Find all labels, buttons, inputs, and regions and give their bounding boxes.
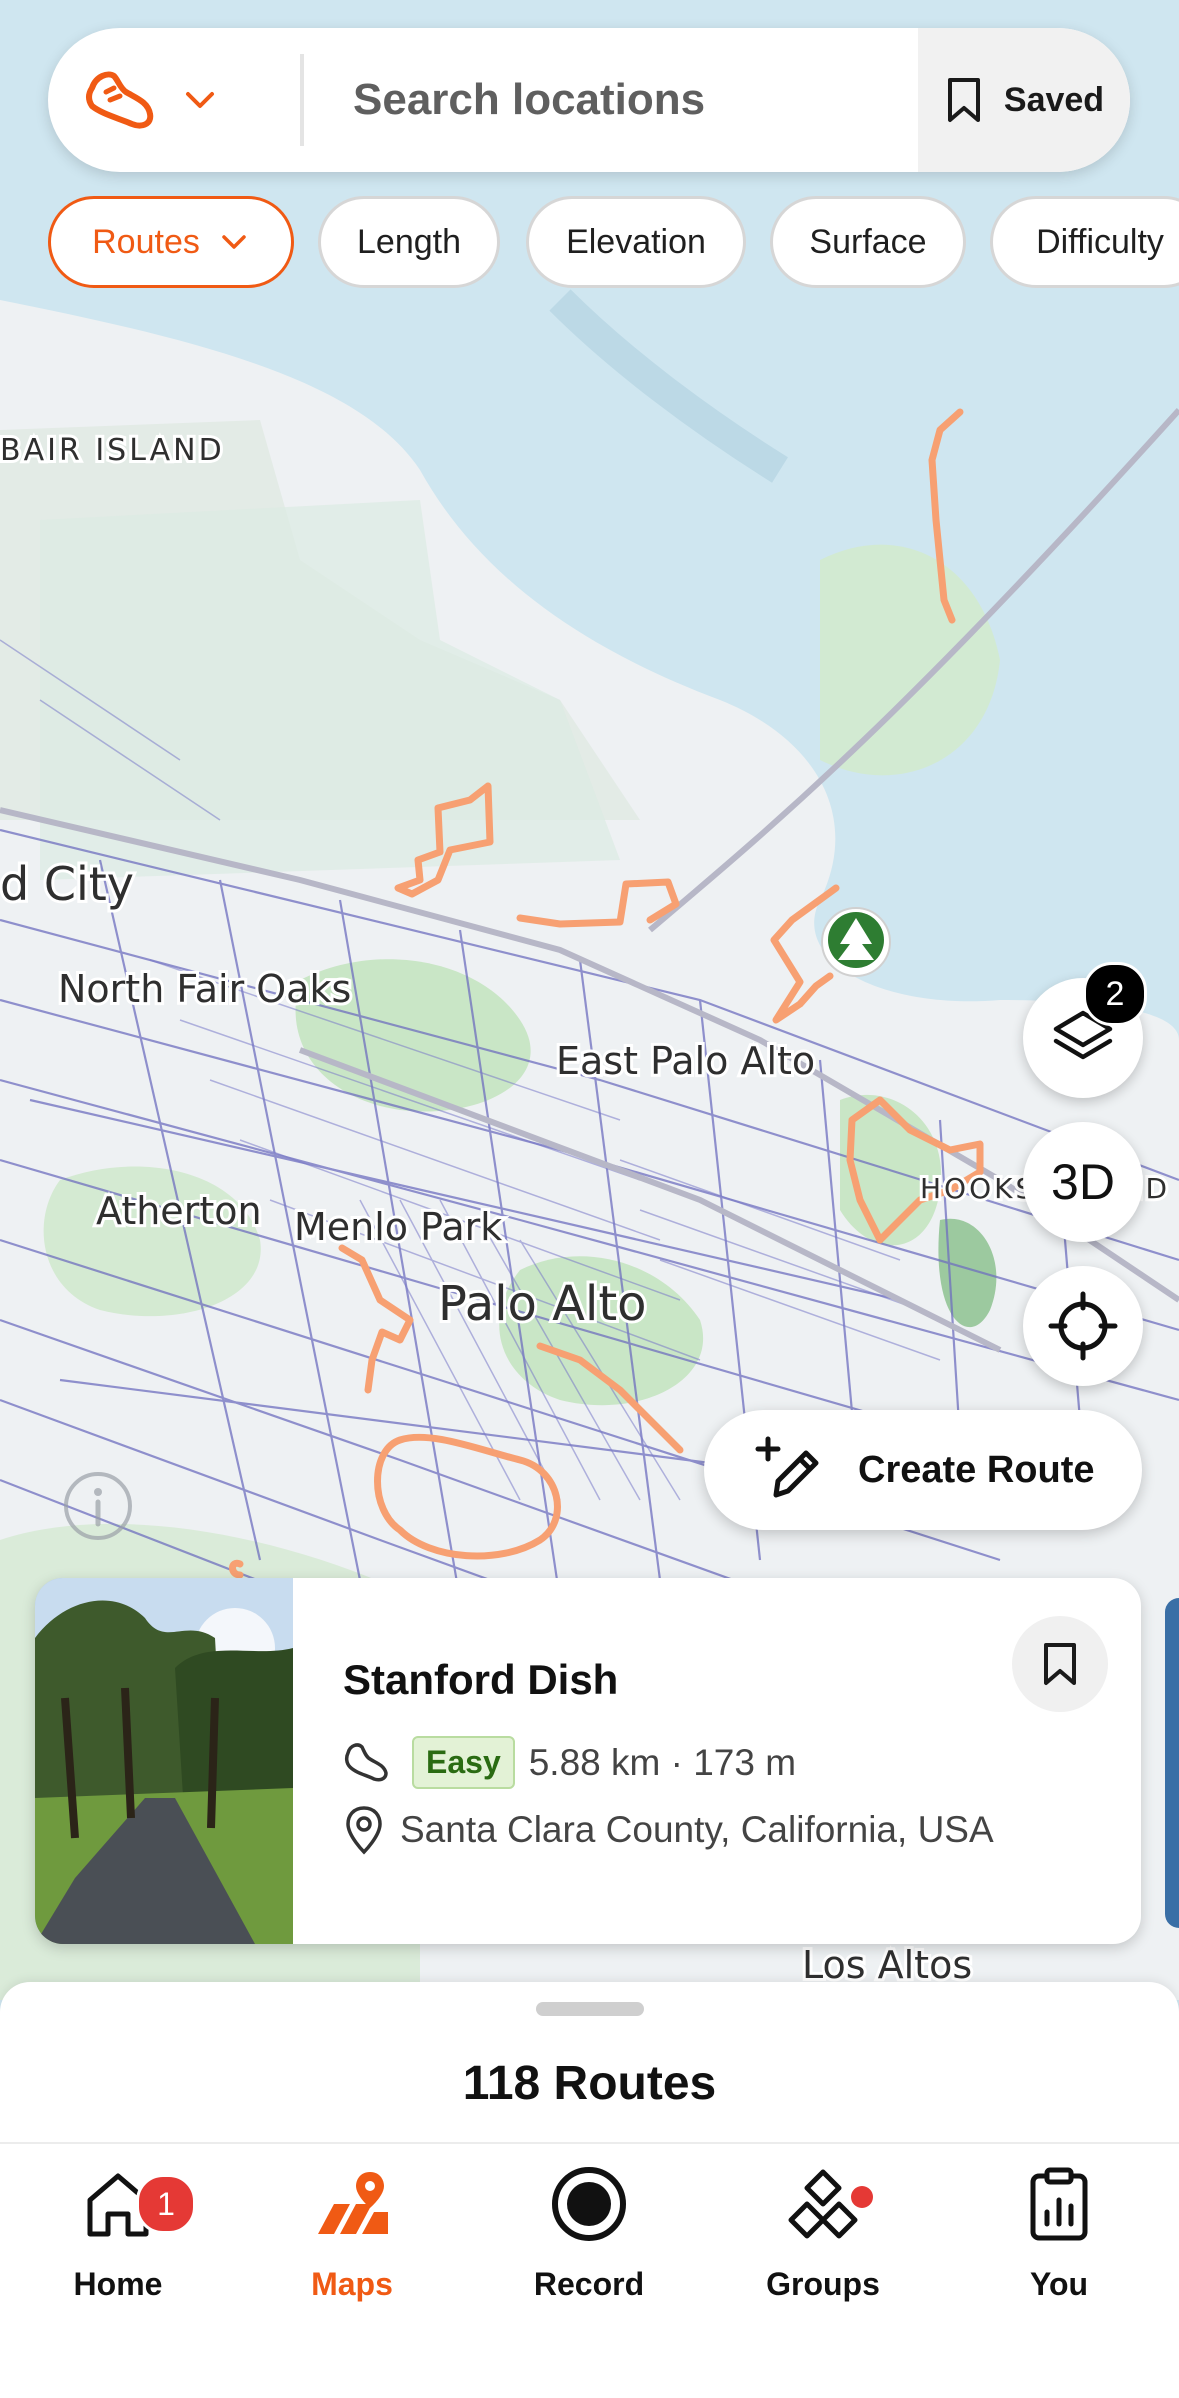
difficulty-badge: Easy [412, 1736, 515, 1789]
crosshair-icon [1048, 1291, 1118, 1361]
bottom-nav: 1 Home Maps Record Groups You [0, 2142, 1179, 2398]
chevron-down-icon [186, 92, 214, 108]
nav-label-you: You [1029, 2266, 1089, 2302]
running-shoe-icon [86, 71, 154, 129]
walking-shoe-icon [344, 1742, 388, 1781]
route-location: Santa Clara County, California, USA [400, 1809, 994, 1850]
nav-record[interactable]: Record [489, 2164, 689, 2303]
filter-chip-elevation[interactable]: Elevation [526, 196, 746, 288]
nav-label-home: Home [73, 2266, 163, 2302]
map-label-east-palo-alto: East Palo Alto [556, 1039, 815, 1083]
sheet-drag-handle[interactable] [536, 2002, 644, 2016]
filter-chip-routes[interactable]: Routes [48, 196, 294, 288]
pencil-plus-icon [755, 1436, 819, 1498]
groups-icon [788, 2169, 858, 2239]
clipboard-chart-icon [1030, 2167, 1088, 2241]
next-route-card-peek[interactable] [1165, 1598, 1179, 1928]
map-label-menlo-park: Menlo Park [294, 1205, 502, 1249]
nav-label-groups: Groups [766, 2266, 880, 2302]
nav-label-record: Record [533, 2266, 645, 2302]
info-icon[interactable] [58, 1466, 138, 1546]
map-label-los-altos: Los Altos [802, 1943, 972, 1987]
chip-label: Routes [92, 222, 200, 261]
bookmark-icon [947, 78, 980, 122]
maps-icon [318, 2172, 388, 2234]
route-stats: 5.88 km · 173 m [528, 1741, 797, 1783]
route-title: Stanford Dish [343, 1656, 619, 1703]
map-layers-button[interactable]: 2 [1023, 962, 1147, 1098]
route-location-row: Santa Clara County, California, USA [340, 1804, 994, 1856]
3d-label: 3D [1051, 1154, 1115, 1210]
nav-you[interactable]: You [959, 2164, 1159, 2303]
create-route-button[interactable]: Create Route [704, 1410, 1142, 1530]
saved-label: Saved [1003, 80, 1105, 119]
create-route-label: Create Route [858, 1448, 1095, 1491]
record-icon [552, 2167, 626, 2241]
layers-count-badge: 2 [1083, 962, 1147, 1026]
search-bar: Search locations Saved [48, 28, 1130, 172]
search-input[interactable]: Search locations [353, 28, 705, 172]
bookmark-icon [1044, 1643, 1076, 1685]
location-pin-icon [346, 1806, 382, 1855]
chevron-down-icon [222, 235, 246, 249]
map-label-redwood-city: d City [0, 857, 134, 911]
sport-type-selector[interactable] [78, 58, 278, 142]
locate-me-button[interactable] [1023, 1266, 1143, 1386]
chip-label: Elevation [566, 222, 706, 261]
routes-count: 118 Routes [462, 2057, 717, 2110]
route-stats-row: Easy 5.88 km · 173 m [340, 1736, 796, 1789]
nav-groups[interactable]: Groups [723, 2164, 923, 2303]
3d-toggle-button[interactable]: 3D [1023, 1122, 1143, 1242]
nav-home[interactable]: 1 Home [18, 2164, 218, 2303]
chip-label: Difficulty [1036, 222, 1164, 261]
save-route-button[interactable] [1012, 1616, 1108, 1712]
nav-maps[interactable]: Maps [252, 2164, 452, 2303]
map-label-bair-island: BAIR ISLAND [0, 433, 225, 468]
filter-chip-length[interactable]: Length [318, 196, 500, 288]
divider [300, 54, 304, 146]
routes-bottom-sheet[interactable]: 118 Routes [0, 1982, 1179, 2142]
filter-chip-surface[interactable]: Surface [770, 196, 966, 288]
groups-notification-dot [851, 2186, 873, 2208]
map-label-atherton: Atherton [96, 1189, 262, 1233]
home-notification-badge: 1 [136, 2174, 196, 2234]
filter-chips: Routes Length Elevation Surface Difficul… [48, 196, 1179, 292]
map-label-palo-alto: Palo Alto [438, 1276, 647, 1332]
route-photo [35, 1578, 293, 1944]
route-card[interactable]: Stanford Dish Easy 5.88 km · 173 m Santa… [35, 1578, 1141, 1944]
filter-chip-difficulty[interactable]: Difficulty [990, 196, 1179, 288]
chip-label: Surface [809, 222, 927, 261]
saved-button[interactable]: Saved [918, 28, 1130, 172]
chip-label: Length [357, 222, 461, 261]
nav-label-maps: Maps [311, 2266, 393, 2302]
map-label-north-fair-oaks: North Fair Oaks [58, 967, 351, 1011]
